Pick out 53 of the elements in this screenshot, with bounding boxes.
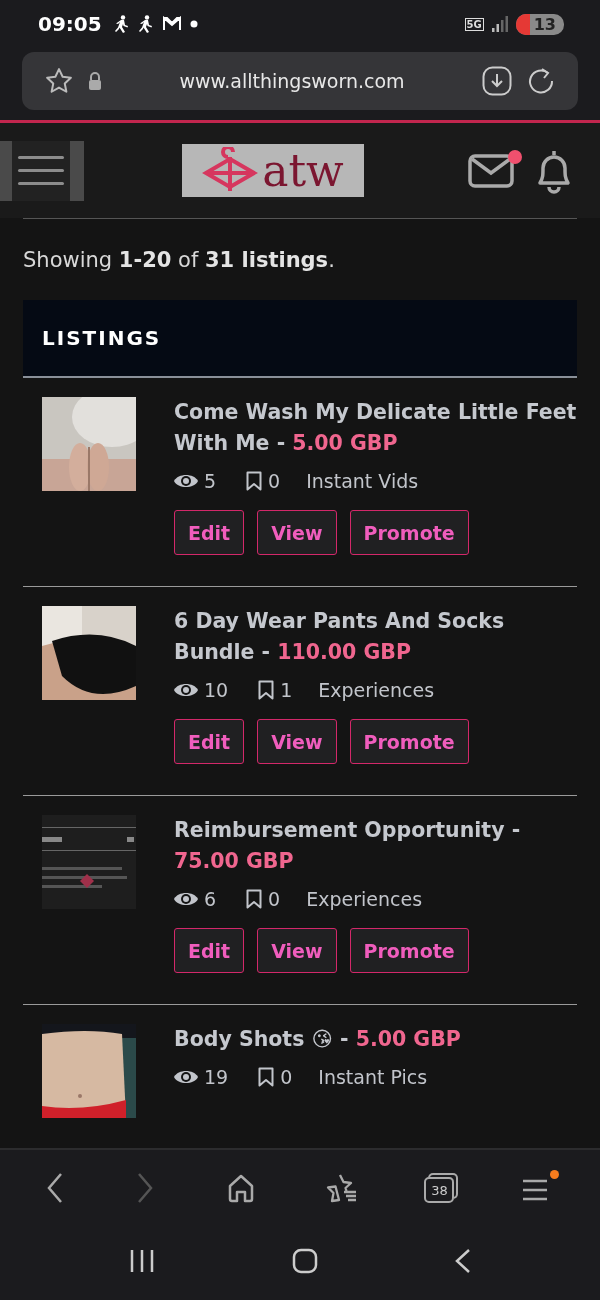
view-count: 6 <box>204 888 217 910</box>
bookmark-icon <box>258 1067 275 1087</box>
notification-dot-icon <box>189 20 198 28</box>
battery-indicator: 13 <box>515 13 564 35</box>
view-button[interactable]: View <box>257 928 337 973</box>
eye-icon <box>174 890 198 908</box>
promote-button[interactable]: Promote <box>349 719 469 764</box>
bookmark-icon <box>258 680 275 700</box>
eye-icon <box>174 472 198 490</box>
category-label: Experiences <box>306 888 423 910</box>
reload-icon[interactable] <box>526 66 556 96</box>
view-button[interactable]: View <box>257 510 337 555</box>
promote-button[interactable]: Promote <box>349 928 469 973</box>
promote-button[interactable]: Promote <box>349 510 469 555</box>
save-count: 1 <box>280 679 293 701</box>
walking-icon <box>113 15 130 33</box>
menu-icon[interactable] <box>520 1178 549 1202</box>
view-count: 10 <box>204 679 229 701</box>
listing-title[interactable]: Body Shots 😘 - 5.00 GBP <box>174 1024 577 1055</box>
view-button[interactable]: View <box>257 719 337 764</box>
download-icon[interactable] <box>482 66 512 96</box>
network-indicator: 5G <box>464 17 484 31</box>
listing-title[interactable]: Come Wash My Delicate Little Feet With Me - 5.00 GBP <box>174 397 577 459</box>
mail-app-icon <box>161 16 182 32</box>
view-count: 5 <box>204 470 217 492</box>
bookmark-icon <box>246 471 263 491</box>
save-count: 0 <box>280 1066 293 1088</box>
save-count: 0 <box>268 470 281 492</box>
walking-icon <box>137 15 154 33</box>
star-icon[interactable] <box>44 66 74 96</box>
bookmark-icon <box>246 889 263 909</box>
eye-icon <box>174 1068 198 1086</box>
save-count: 0 <box>268 888 281 910</box>
category-label: Experiences <box>318 679 435 701</box>
mail-icon[interactable] <box>468 153 514 188</box>
category-label: Instant Vids <box>306 470 419 492</box>
section-header: LISTINGS <box>23 300 577 378</box>
signal-icon <box>491 16 508 32</box>
lock-icon <box>88 72 102 90</box>
category-label: Instant Pics <box>318 1066 428 1088</box>
site-logo[interactable]: atw <box>182 144 364 197</box>
menu-button[interactable] <box>0 140 84 201</box>
eye-icon <box>174 681 198 699</box>
view-count: 19 <box>204 1066 229 1088</box>
edit-button[interactable]: Edit <box>174 510 245 555</box>
edit-button[interactable]: Edit <box>174 928 245 973</box>
address-bar[interactable]: www.allthingsworn.com <box>22 52 578 110</box>
edit-button[interactable]: Edit <box>174 719 245 764</box>
clock: 09:05 <box>38 12 102 36</box>
results-summary: Showing 1-20 of 31 listings. <box>23 247 336 274</box>
listing-title[interactable]: 6 Day Wear Pants And Socks Bundle - 110.00 GBP <box>174 606 577 668</box>
url-text: www.allthingsworn.com <box>178 70 406 92</box>
listing-title[interactable]: Reimbursement Opportunity - 75.00 GBP <box>174 815 577 877</box>
